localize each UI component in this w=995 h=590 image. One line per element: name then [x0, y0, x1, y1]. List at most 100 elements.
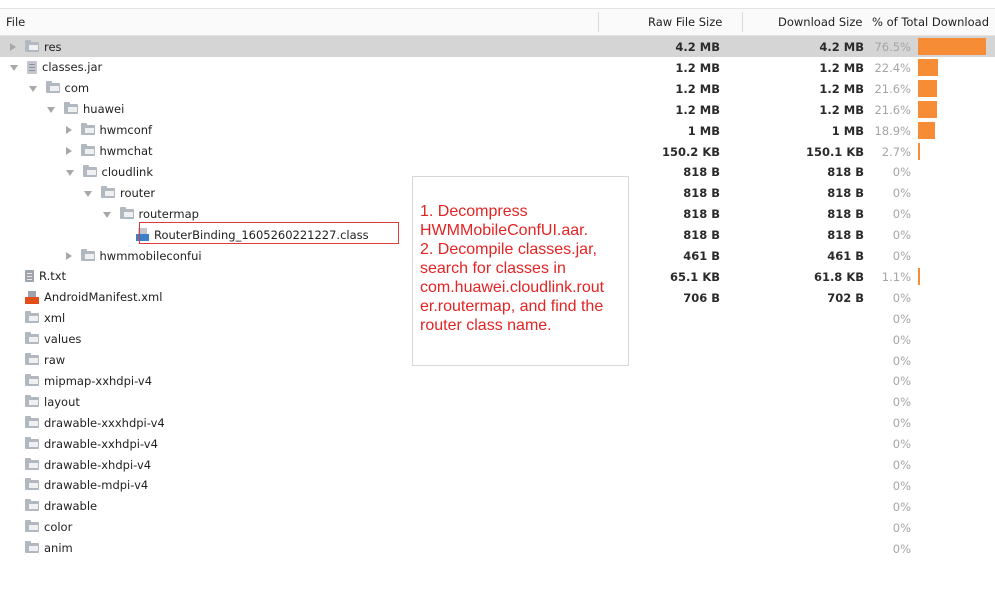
folder-icon: [101, 185, 115, 198]
file-name: drawable-xhdpi-v4: [44, 457, 152, 472]
table-row[interactable]: hwmchat 150.2 KB 150.1 KB 2.7%: [0, 141, 995, 162]
table-header: File Raw File Size Download Size % of To…: [0, 8, 995, 36]
xml-icon: [25, 290, 39, 304]
annotation-line: search for classes in: [420, 260, 566, 277]
table-row[interactable]: drawable-xxxhdpi-v4 0%: [0, 412, 995, 433]
file-name: cloudlink: [101, 164, 153, 179]
file-name: huawei: [83, 102, 125, 117]
table-row[interactable]: anim 0%: [0, 538, 995, 559]
table-row[interactable]: huawei 1.2 MB 1.2 MB 21.6%: [0, 99, 995, 120]
percent-of-total: 0%: [892, 165, 911, 180]
percent-of-total: 0%: [892, 228, 911, 243]
folder-icon: [80, 123, 95, 136]
percent-of-total: 0%: [892, 395, 911, 410]
file-name: routermap: [138, 206, 199, 221]
expand-arrow-icon[interactable]: [10, 65, 18, 72]
percent-of-total: 0%: [892, 437, 911, 452]
percent-of-total: 21.6%: [874, 81, 911, 96]
percent-of-total: 21.6%: [874, 102, 911, 117]
percent-of-total: 0%: [892, 499, 911, 514]
folder-icon: [80, 144, 95, 156]
raw-size: 1.2 MB: [675, 102, 720, 117]
folder-icon: [25, 457, 39, 470]
expand-arrow-icon[interactable]: [28, 86, 37, 93]
file-name: drawable-mdpi-v4: [44, 478, 149, 493]
folder-icon: [25, 541, 39, 554]
column-header-file[interactable]: File: [6, 15, 25, 29]
folder-icon: [25, 394, 39, 407]
txt-icon: [25, 270, 34, 283]
file-name: values: [44, 332, 82, 347]
percent-of-total: 0%: [892, 374, 911, 389]
annotation-line: 1. Decompress: [420, 203, 528, 220]
table-row[interactable]: color 0%: [0, 517, 995, 538]
percent-bar: [918, 121, 935, 139]
file-name: com: [64, 81, 90, 96]
column-header-raw-size[interactable]: Raw File Size: [648, 15, 722, 29]
expand-arrow-icon[interactable]: [47, 107, 55, 114]
table-row[interactable]: com 1.2 MB 1.2 MB 21.6%: [0, 78, 995, 99]
file-name: raw: [44, 353, 66, 367]
table-row[interactable]: layout 0%: [0, 391, 995, 412]
percent-bar: [918, 267, 920, 285]
annotation-line: com.huawei.cloudlink.rout: [420, 279, 605, 296]
file-name: drawable: [44, 499, 98, 514]
expand-arrow-icon[interactable]: [84, 190, 92, 197]
file-name: layout: [44, 394, 80, 409]
folder-icon: [64, 102, 78, 115]
column-divider[interactable]: [598, 12, 599, 32]
table-row[interactable]: hwmconf 1 MB 1 MB 18.9%: [0, 120, 995, 141]
column-divider[interactable]: [742, 12, 743, 32]
raw-size: 1.2 MB: [675, 81, 720, 96]
download-size: 818 B: [827, 207, 864, 222]
apk-analyzer-window: File Raw File Size Download Size % of To…: [0, 0, 995, 590]
table-row[interactable]: drawable-xhdpi-v4 0%: [0, 454, 995, 475]
download-size: 1.2 MB: [819, 102, 864, 117]
file-name: hwmchat: [99, 144, 153, 158]
file-name: xml: [44, 311, 66, 326]
folder-icon: [25, 415, 39, 428]
collapse-arrow-icon[interactable]: [10, 42, 16, 51]
raw-size: 1 MB: [687, 123, 720, 138]
folder-icon: [25, 478, 39, 491]
folder-icon: [119, 206, 134, 219]
percent-of-total: 1.1%: [881, 269, 911, 284]
table-row[interactable]: drawable 0%: [0, 496, 995, 517]
percent-of-total: 18.9%: [874, 123, 911, 138]
download-size: 1.2 MB: [819, 60, 864, 75]
file-name: color: [44, 520, 73, 535]
table-row[interactable]: drawable-xxhdpi-v4 0%: [0, 433, 995, 454]
table-row[interactable]: res 4.2 MB 4.2 MB 76.5%: [0, 36, 995, 57]
file-name: mipmap-xxhdpi-v4: [44, 373, 153, 388]
percent-bar: [918, 58, 938, 76]
table-row[interactable]: classes.jar 1.2 MB 1.2 MB 22.4%: [0, 57, 995, 78]
percent-of-total: 0%: [892, 207, 911, 222]
folder-icon: [25, 39, 39, 52]
column-header-percent[interactable]: % of Total Download: [872, 15, 989, 29]
collapse-arrow-icon[interactable]: [65, 251, 72, 260]
file-name: classes.jar: [42, 60, 103, 75]
folder-icon: [80, 248, 95, 261]
file-name: router: [120, 185, 156, 200]
download-size: 461 B: [827, 249, 864, 263]
collapse-arrow-icon[interactable]: [65, 147, 72, 155]
table-row[interactable]: mipmap-xxhdpi-v4 0%: [0, 370, 995, 391]
percent-of-total: 0%: [892, 478, 911, 493]
table-row[interactable]: drawable-mdpi-v4 0%: [0, 475, 995, 496]
annotation-line: router class name.: [420, 317, 552, 334]
percent-of-total: 0%: [892, 541, 911, 556]
percent-bar: [918, 38, 986, 55]
annotation-line: er.routermap, and find the: [420, 298, 604, 315]
collapse-arrow-icon[interactable]: [65, 126, 72, 135]
highlight-box: [139, 222, 399, 244]
folder-icon: [25, 311, 39, 324]
expand-arrow-icon[interactable]: [102, 211, 111, 218]
folder-icon: [25, 332, 39, 345]
folder-icon: [25, 499, 39, 512]
expand-arrow-icon[interactable]: [65, 169, 74, 176]
download-size: 61.8 KB: [813, 269, 864, 284]
file-name: AndroidManifest.xml: [44, 290, 163, 305]
percent-bar: [918, 100, 937, 118]
column-header-download-size[interactable]: Download Size: [778, 15, 862, 29]
percent-of-total: 0%: [892, 249, 911, 263]
